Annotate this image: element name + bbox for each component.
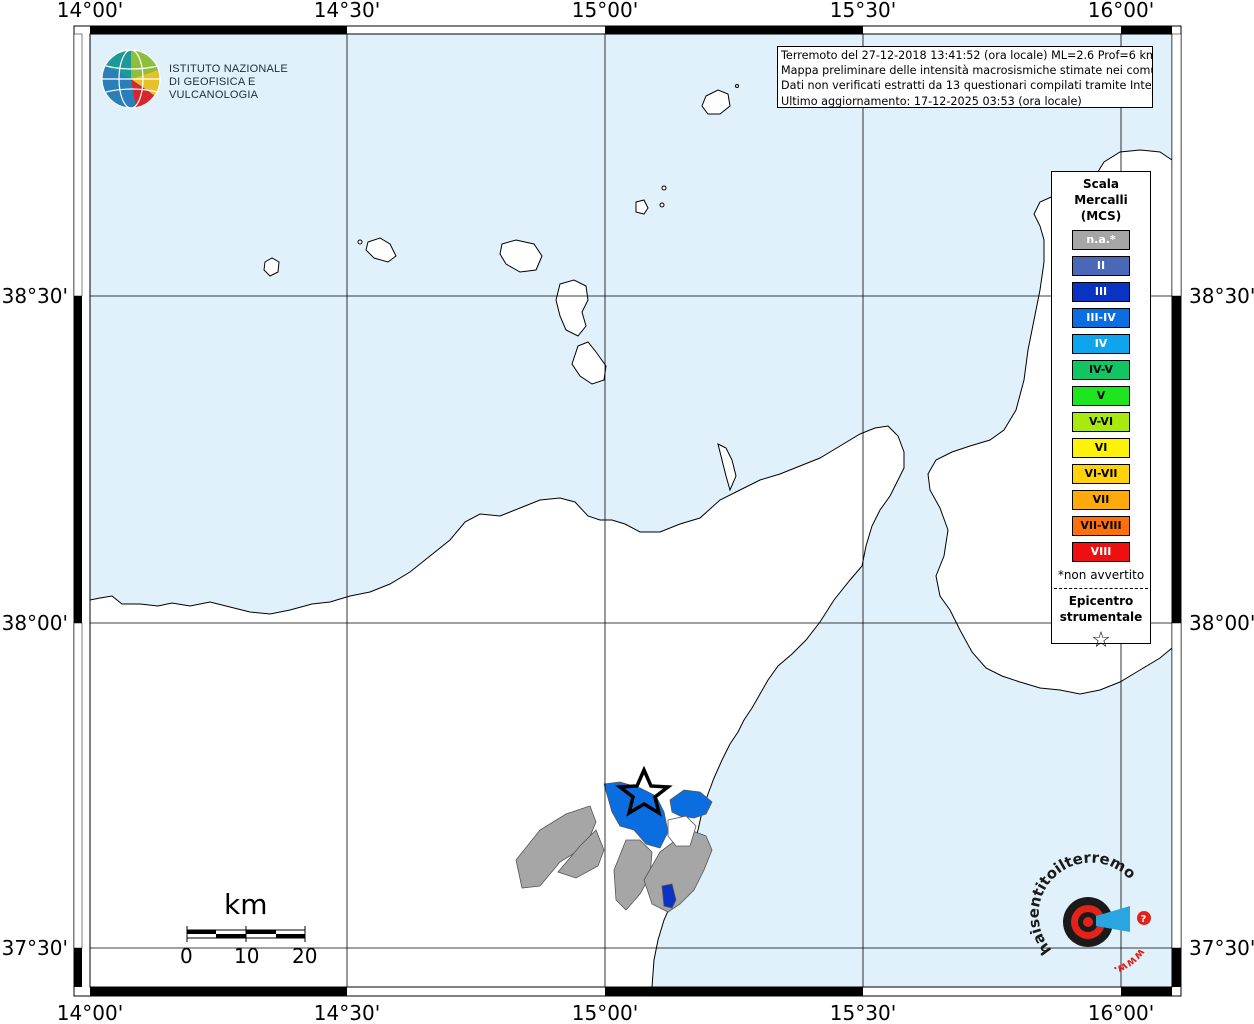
lon-label-bottom: 16°00': [1088, 1001, 1154, 1024]
legend-note: *non avvertito: [1057, 568, 1145, 582]
scale-unit: km: [224, 888, 268, 921]
svg-text:?: ?: [1141, 914, 1147, 925]
ingv-globe-icon: [101, 49, 161, 109]
legend-item: III: [1072, 282, 1130, 302]
institute-name: ISTITUTO NAZIONALE DI GEOFISICA E VULCAN…: [169, 63, 288, 101]
legend-item: VII-VIII: [1072, 516, 1130, 536]
lon-label-bottom: 15°00': [572, 1001, 638, 1024]
info-line: Mappa preliminare delle intensità macros…: [781, 64, 1153, 78]
lon-label-top: 15°00': [572, 0, 638, 22]
legend-item: VIII: [1072, 542, 1130, 562]
legend-item: VI: [1072, 438, 1130, 458]
lon-labels-bottom: 14°00' 14°30' 15°00' 15°30' 16°00': [57, 1001, 1154, 1024]
scale-tick-label: 0: [180, 944, 193, 968]
legend-item: V: [1072, 386, 1130, 406]
lon-label-top: 15°30': [830, 0, 896, 22]
lat-label-left: 38°30': [2, 284, 68, 308]
scale-tick-label: 20: [292, 944, 318, 968]
lat-label-right: 37°30': [1189, 936, 1254, 960]
legend-item: VI-VII: [1072, 464, 1130, 484]
legend-item: IV-V: [1072, 360, 1130, 380]
legend-separator: [1054, 588, 1148, 589]
legend-item: VII: [1072, 490, 1130, 510]
map-stage: 14°00' 14°30' 15°00' 15°30' 16°00' 14°00…: [0, 0, 1254, 1024]
info-line: Dati non verificati estratti da 13 quest…: [781, 79, 1153, 93]
legend-item: n.a.*: [1072, 230, 1130, 250]
lat-label-right: 38°00': [1189, 611, 1254, 635]
legend-item: II: [1072, 256, 1130, 276]
lat-labels-left: 38°30' 38°00' 37°30': [2, 284, 68, 960]
earthquake-info-box: Terremoto del 27-12-2018 13:41:52 (ora l…: [777, 46, 1153, 108]
legend-epicenter-label: Epicentro strumentale: [1059, 594, 1143, 624]
svg-text:www.: www.: [1112, 946, 1148, 977]
lon-label-top: 14°00': [57, 0, 123, 22]
lat-label-left: 38°00': [2, 611, 68, 635]
legend-title: Scala Mercalli (MCS): [1074, 177, 1128, 223]
legend-item: III-IV: [1072, 308, 1130, 328]
lat-labels-right: 38°30' 38°00' 37°30': [1189, 284, 1254, 960]
hst-logo-icon: ? haisentitoilterremoto.it www.: [1024, 836, 1151, 977]
ingv-logo: ISTITUTO NAZIONALE DI GEOFISICA E VULCAN…: [100, 48, 330, 110]
epicenter-star-icon: ☆: [1091, 628, 1111, 653]
mcs-legend: Scala Mercalli (MCS) n.a.* II III III-IV IV I…: [1051, 171, 1151, 653]
info-line: Ultimo aggiornamento: 17-12-2025 03:53 (…: [781, 94, 1082, 108]
lon-label-bottom: 14°30': [314, 1001, 380, 1024]
scale-tick-label: 10: [234, 944, 260, 968]
legend-item: IV: [1072, 334, 1130, 354]
lat-label-right: 38°30': [1189, 284, 1254, 308]
legend-items: n.a.* II III III-IV IV IV-V V V-VI VI VI-VII VII VI…: [1052, 230, 1150, 562]
legend-item: V-VI: [1072, 412, 1130, 432]
hst-logo-url: www.: [1112, 946, 1148, 977]
lat-label-left: 37°30': [2, 936, 68, 960]
lon-labels-top: 14°00' 14°30' 15°00' 15°30' 16°00': [57, 0, 1154, 22]
lon-label-top: 16°00': [1088, 0, 1154, 22]
lon-label-top: 14°30': [314, 0, 380, 22]
lon-label-bottom: 14°00': [57, 1001, 123, 1024]
info-line: Terremoto del 27-12-2018 13:41:52 (ora l…: [781, 49, 1153, 62]
hst-logo: ? haisentitoilterremoto.it www.: [1024, 836, 1160, 980]
lon-label-bottom: 15°30': [830, 1001, 896, 1024]
